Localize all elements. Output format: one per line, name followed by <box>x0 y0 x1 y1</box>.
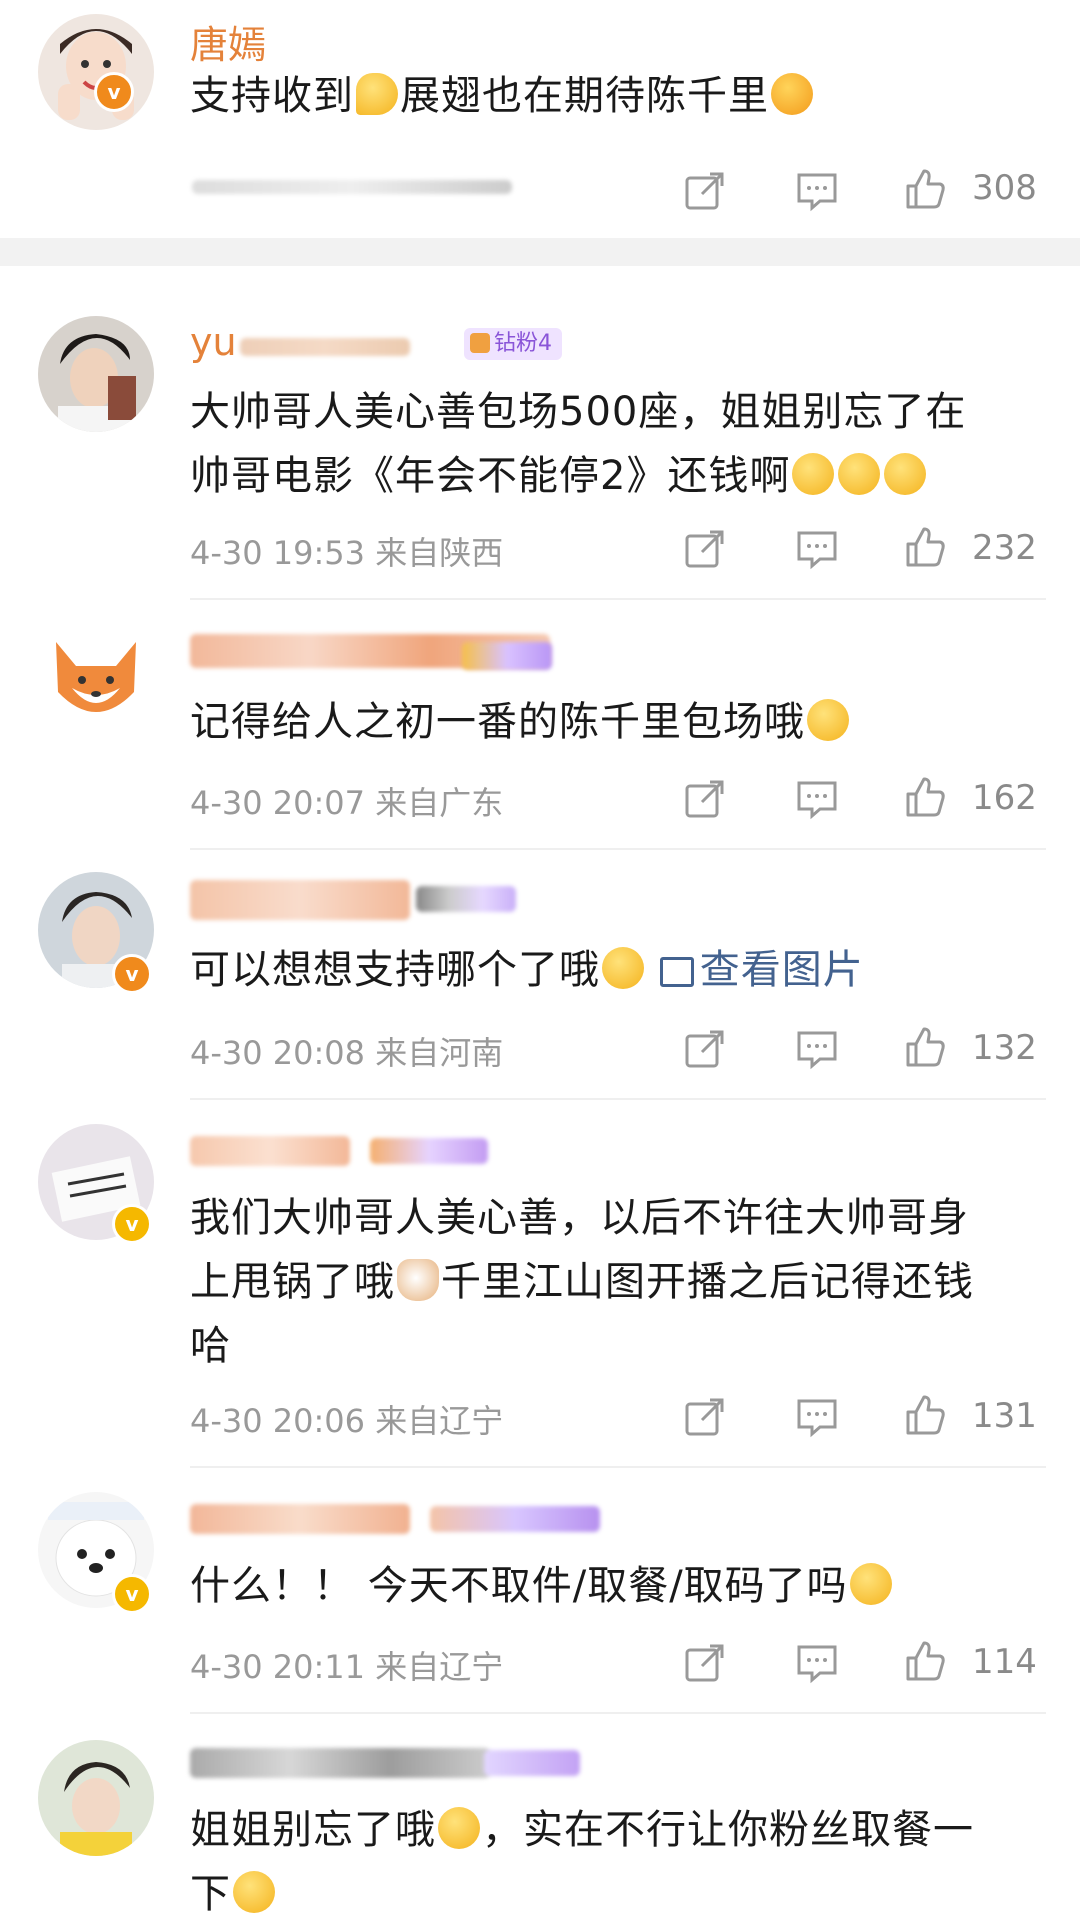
blurred-username <box>190 1504 410 1534</box>
pleading-emoji-icon <box>884 453 927 495</box>
share-icon[interactable] <box>684 528 726 570</box>
diamond-fan-icon <box>470 333 490 353</box>
blurred-username <box>240 338 410 356</box>
comment-text: 什么！！ 今天不取件/取餐/取码了吗 <box>190 1554 1040 1618</box>
star-eyes-emoji-icon <box>771 73 813 115</box>
comment-icon[interactable] <box>796 170 838 212</box>
crying-emoji-icon <box>602 947 644 989</box>
comment-meta: 4-30 20:07 来自广东 <box>190 784 504 822</box>
share-icon[interactable] <box>684 1028 726 1070</box>
comment-text: 支持收到 展翅也在期待陈千里 <box>190 64 1040 128</box>
verified-badge-icon: v <box>112 1204 152 1244</box>
username[interactable]: yu <box>190 320 237 364</box>
avatar[interactable] <box>38 14 154 130</box>
comment-text: 姐姐别忘了哦 ，实在不行让你粉丝取餐一 下 <box>190 1807 974 1917</box>
thumbs-up-icon[interactable] <box>904 168 946 210</box>
divider <box>190 1712 1046 1714</box>
frowning-emoji-icon <box>849 1563 892 1605</box>
pleading-emoji-icon <box>438 1807 480 1849</box>
blurred-badge <box>416 886 516 912</box>
thumbs-up-icon[interactable] <box>904 1394 946 1436</box>
verified-badge-icon: v <box>112 1574 152 1614</box>
verified-badge-icon: v <box>94 72 134 112</box>
pleading-emoji-icon <box>838 453 881 495</box>
pleading-emoji-icon <box>233 1871 275 1913</box>
blurred-time <box>192 180 512 194</box>
verified-badge-icon: v <box>112 954 152 994</box>
blurred-username <box>190 1748 490 1778</box>
avatar[interactable] <box>38 316 154 432</box>
comment-meta: 4-30 20:08 来自河南 <box>190 1034 504 1072</box>
fan-badge: 钻粉4 <box>464 328 562 360</box>
thumbs-up-icon[interactable] <box>904 1640 946 1682</box>
like-count: 114 <box>972 1642 1037 1682</box>
comment-icon[interactable] <box>796 778 838 820</box>
divider <box>190 1098 1046 1100</box>
section-divider <box>0 238 1080 266</box>
like-count: 132 <box>972 1028 1037 1068</box>
comment-icon[interactable] <box>796 1028 838 1070</box>
comment-text: 可以想想支持哪个了哦 查看图片 <box>190 947 864 993</box>
avatar[interactable] <box>38 622 154 738</box>
comment-meta: 4-30 19:53 来自陕西 <box>190 534 504 572</box>
username[interactable]: 唐嫣 <box>190 14 266 69</box>
share-icon[interactable] <box>684 778 726 820</box>
blurred-username <box>190 1136 350 1166</box>
like-count: 232 <box>972 528 1037 568</box>
share-icon[interactable] <box>684 1642 726 1684</box>
comment-text: 记得给人之初一番的陈千里包场哦 <box>190 690 1040 754</box>
comment-icon[interactable] <box>796 1396 838 1438</box>
avatar[interactable] <box>38 1740 154 1856</box>
share-icon[interactable] <box>684 170 726 212</box>
blurred-badge <box>370 1138 488 1164</box>
blurred-username <box>190 880 410 920</box>
like-count: 162 <box>972 778 1037 818</box>
divider <box>190 1466 1046 1468</box>
share-icon[interactable] <box>684 1396 726 1438</box>
cat-emoji-icon <box>397 1259 439 1301</box>
comment-text: 我们大帅哥人美心善，以后不许往大帅哥身 上甩锅了哦 千里江山图开播之后记得还钱 哈 <box>190 1195 974 1369</box>
blurred-badge <box>462 642 552 670</box>
blurred-badge <box>484 1750 580 1776</box>
thumbs-up-icon[interactable] <box>904 526 946 568</box>
comment-icon[interactable] <box>796 1642 838 1684</box>
thumbs-up-icon[interactable] <box>904 1026 946 1068</box>
like-count: 308 <box>972 168 1037 208</box>
divider <box>190 848 1046 850</box>
view-image-link[interactable]: 查看图片 <box>659 947 864 993</box>
comment-icon[interactable] <box>796 528 838 570</box>
divider <box>190 598 1046 600</box>
pleading-emoji-icon <box>792 453 835 495</box>
blowing-kiss-emoji-icon <box>807 699 849 741</box>
like-count: 131 <box>972 1396 1037 1436</box>
angel-wing-emoji-icon <box>356 73 398 115</box>
comment-meta: 4-30 20:11 来自辽宁 <box>190 1648 504 1686</box>
thumbs-up-icon[interactable] <box>904 776 946 818</box>
comment-text: 大帅哥人美心善包场500座，姐姐别忘了在 帅哥电影《年会不能停2》还钱啊 <box>190 389 967 499</box>
blurred-badge <box>430 1506 600 1532</box>
comment-meta: 4-30 20:06 来自辽宁 <box>190 1402 504 1440</box>
image-icon <box>659 957 694 987</box>
